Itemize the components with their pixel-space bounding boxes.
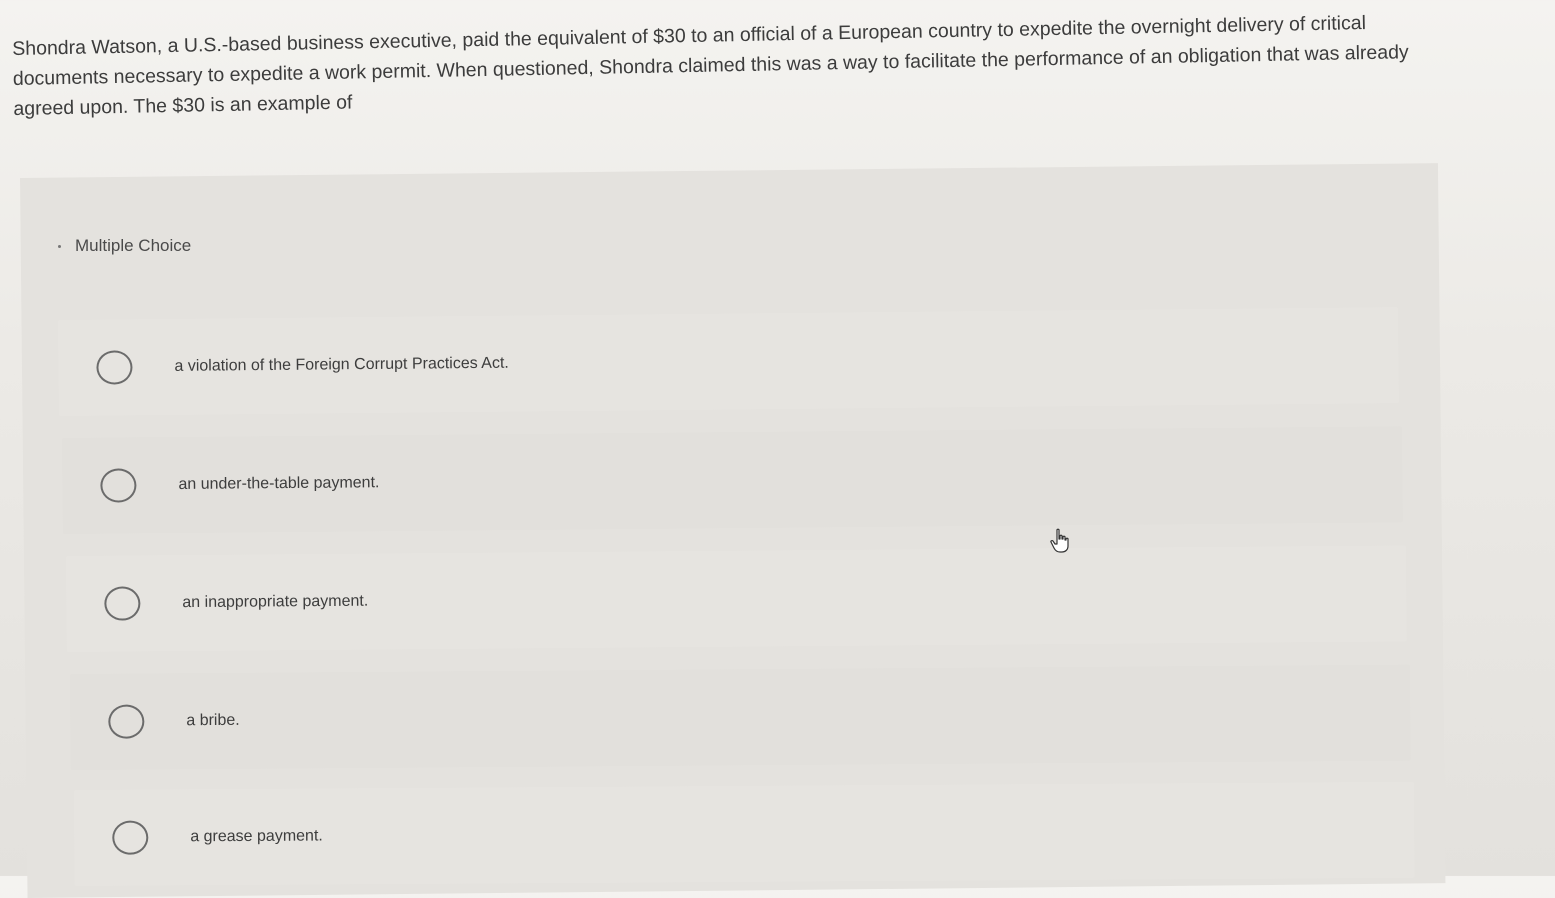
multiple-choice-header: Multiple Choice (58, 236, 191, 256)
option-2[interactable]: an under-the-table payment. (62, 426, 1403, 534)
option-label: a bribe. (186, 711, 240, 730)
option-4[interactable]: a bribe. (70, 664, 1411, 770)
radio-button[interactable] (96, 350, 133, 385)
radio-button[interactable] (100, 468, 137, 503)
option-3[interactable]: an inappropriate payment. (66, 545, 1407, 652)
option-label: a violation of the Foreign Corrupt Pract… (174, 354, 509, 375)
option-label: an inappropriate payment. (182, 592, 369, 612)
option-1[interactable]: a violation of the Foreign Corrupt Pract… (58, 307, 1399, 416)
option-5[interactable]: a grease payment. (74, 781, 1415, 886)
option-label: a grease payment. (190, 827, 323, 846)
option-label: an under-the-table payment. (178, 474, 380, 493)
radio-button[interactable] (108, 704, 145, 739)
radio-button[interactable] (104, 586, 141, 621)
bullet-icon (58, 244, 61, 248)
hand-pointer-icon (1050, 528, 1069, 553)
radio-button[interactable] (112, 820, 149, 855)
multiple-choice-label: Multiple Choice (75, 236, 192, 255)
question-text: Shondra Watson, a U.S.-based business ex… (12, 12, 1409, 120)
